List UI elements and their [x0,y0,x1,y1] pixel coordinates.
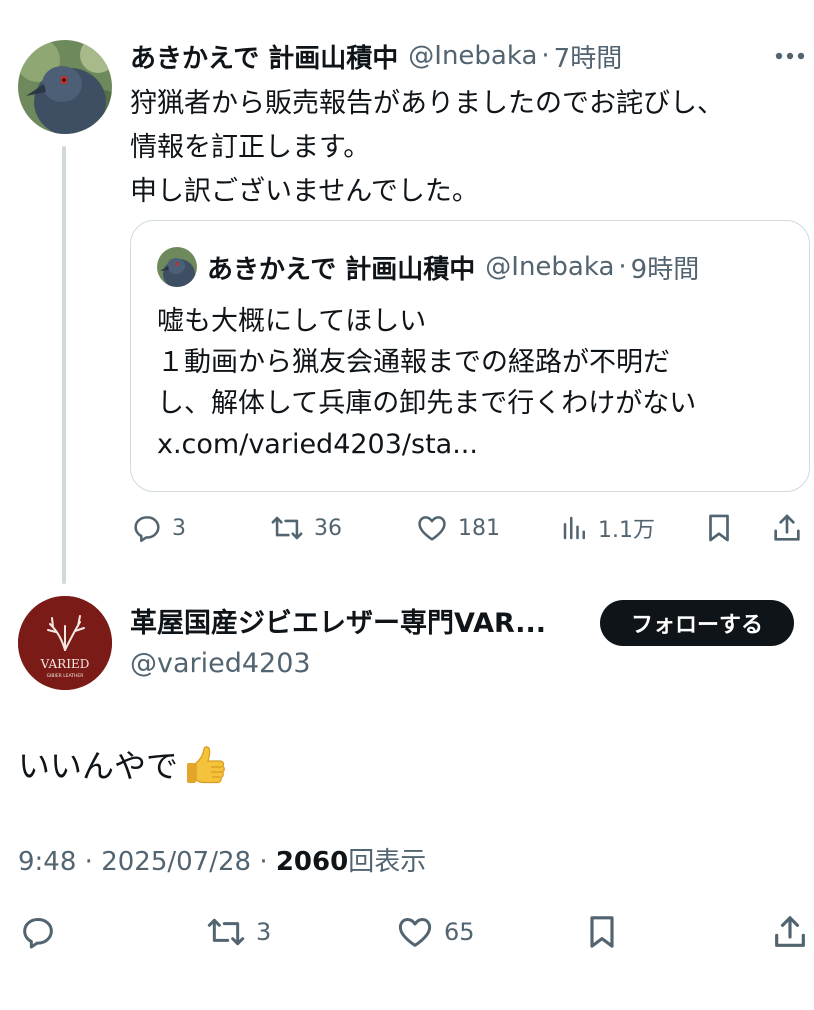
main-tweet-text: いいんやで [18,742,228,790]
meta-separator: · [84,847,93,877]
parent-action-bar: 3 36 181 1.1万 [130,508,810,548]
tweet-views-label: 回表示 [348,847,427,877]
tweet-meta: 9:48 · 2025/07/28 · 2060回表示 [18,842,426,882]
main-text-content: いいんやで [18,747,179,785]
main-author-avatar[interactable]: VARIED GIBIER LEATHER [18,596,112,690]
quoted-author-handle: @Inebaka [485,252,615,282]
parent-bookmark-button[interactable] [702,508,736,548]
more-options-icon[interactable] [770,42,810,70]
parent-text-line: 情報を訂正します。 [130,132,371,163]
parent-retweet-count: 36 [314,515,342,541]
main-bookmark-button[interactable] [582,910,622,954]
parent-reply-button[interactable]: 3 [130,508,186,548]
quoted-time-separator: · [618,252,627,282]
follow-button[interactable]: フォローする [600,600,794,646]
parent-share-button[interactable] [770,508,804,548]
avatar-logo-text: VARIED [40,657,90,671]
bookmark-icon [590,916,614,948]
parent-timestamp[interactable]: 7時間 [554,38,623,75]
main-like-count: 65 [444,918,475,946]
parent-reply-count: 3 [172,515,186,541]
views-chart-icon [563,516,585,540]
reply-icon [23,918,53,949]
main-retweet-button[interactable]: 3 [204,910,271,954]
main-like-button[interactable]: 65 [394,910,475,954]
parent-time-separator: · [541,41,550,71]
parent-tweet-text: 狩猟者から販売報告がありましたのでお詫びし、 情報を訂正します。 申し訳ございま… [130,82,800,214]
parent-text-line: 申し訳ございませんでした。 [130,176,479,207]
retweet-icon [271,516,303,540]
heart-icon [418,516,446,541]
parent-retweet-button[interactable]: 36 [268,508,342,548]
parent-text-line: 狩猟者から販売報告がありましたのでお詫びし、 [130,88,724,119]
main-retweet-count: 3 [256,918,272,946]
quoted-text-line: 嘘も大概にしてほしい [157,306,427,337]
quoted-tweet-card[interactable]: あきかえで 計画山積中 @Inebaka · 9時間 嘘も大概にしてほしい １動… [130,220,810,492]
reply-icon [134,516,160,543]
quoted-text-line: １動画から猟友会通報までの経路が不明だ [157,347,670,378]
bookmark-icon [709,514,729,542]
parent-author-name[interactable]: あきかえで 計画山積中 [130,38,398,75]
main-share-button[interactable] [770,910,810,954]
tweet-time[interactable]: 9:48 [18,847,76,877]
quoted-timestamp: 9時間 [630,254,700,285]
parent-views-button[interactable]: 1.1万 [560,508,655,548]
parent-views-count: 1.1万 [598,518,655,543]
main-author-handle[interactable]: @varied4203 [130,644,311,684]
meta-separator: · [259,847,268,877]
quoted-author-name: あきかえで 計画山積中 [207,254,476,285]
avatar-logo-subtext: GIBIER LEATHER [47,673,84,679]
quoted-tweet-text: 嘘も大概にしてほしい １動画から猟友会通報までの経路が不明だ し、解体して兵庫の… [157,301,777,465]
thumbs-up-icon [182,743,228,789]
tweet-views-count: 2060 [275,847,349,877]
main-author-name[interactable]: 革屋国産ジビエレザー専門VAR... [130,604,590,644]
quoted-author-avatar [157,247,197,287]
share-icon [774,514,800,541]
parent-like-count: 181 [458,515,500,541]
heart-icon [398,918,432,947]
quoted-tweet-header: あきかえで 計画山積中 @Inebaka · 9時間 [207,249,699,285]
quoted-text-link[interactable]: x.com/varied4203/sta... [157,424,777,465]
main-action-bar: 3 65 [18,910,810,954]
parent-author-avatar[interactable] [18,40,112,134]
retweet-icon [207,918,245,946]
tweet-date[interactable]: 2025/07/28 [101,847,251,877]
thread-connector-line [62,146,66,584]
main-reply-button[interactable] [18,910,58,954]
parent-author-handle[interactable]: @Inebaka [408,41,537,71]
quoted-text-line: し、解体して兵庫の卸先まで行くわけがない [157,388,697,419]
parent-like-button[interactable]: 181 [414,508,500,548]
share-icon [775,916,805,947]
parent-tweet-header: あきかえで 計画山積中 @Inebaka · 7時間 [130,38,622,74]
